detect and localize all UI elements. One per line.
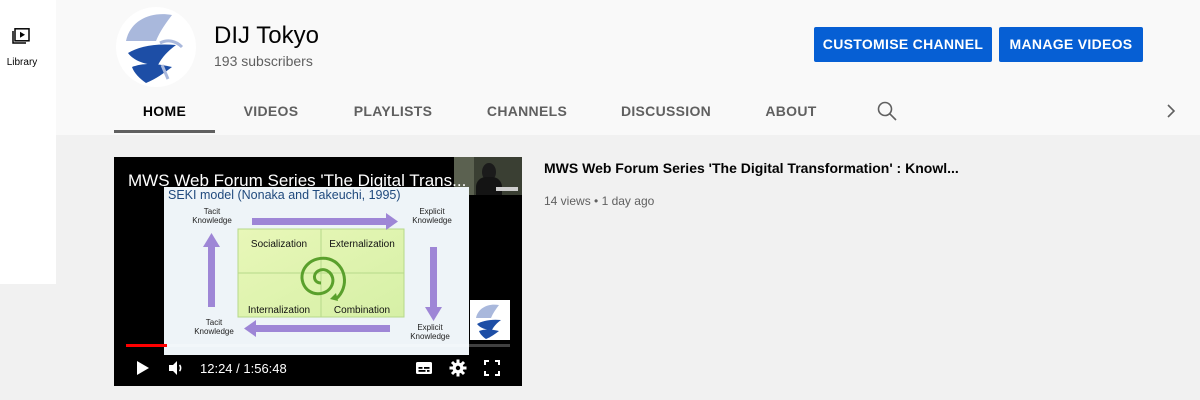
player-title-overlay[interactable]: MWS Web Forum Series 'The Digital Trans.… — [128, 171, 468, 191]
label-tacit-bottom: Tacit — [206, 318, 223, 327]
customise-channel-button[interactable]: CUSTOMISE CHANNEL — [814, 27, 992, 62]
play-icon — [137, 361, 149, 375]
tab-playlists[interactable]: PLAYLISTS — [346, 90, 440, 133]
play-button[interactable] — [132, 358, 152, 378]
subtitles-icon — [416, 362, 432, 374]
slide-content: Tacit Knowledge Explicit Knowledge Tacit… — [164, 187, 469, 355]
guide-item-label: Library — [6, 57, 38, 68]
channel-header: DIJ Tokyo 193 subscribers CUSTOMISE CHAN… — [56, 0, 1200, 135]
tab-videos[interactable]: VIDEOS — [234, 90, 308, 133]
player-controls: 12:24 / 1:56:48 — [114, 353, 522, 383]
time-display: 12:24 / 1:56:48 — [200, 361, 287, 376]
tab-discussion[interactable]: DISCUSSION — [614, 90, 718, 133]
progress-fill — [126, 344, 167, 347]
seki-model-diagram: Tacit Knowledge Explicit Knowledge Tacit… — [192, 207, 452, 341]
mini-guide: Library — [0, 0, 56, 284]
meta-separator: • — [594, 194, 599, 208]
subtitles-button[interactable] — [414, 358, 434, 378]
gear-icon — [449, 359, 467, 377]
view-count: 14 views — [544, 194, 591, 208]
dij-logo-icon — [126, 14, 184, 83]
search-icon[interactable] — [876, 100, 898, 122]
mute-button[interactable] — [166, 358, 186, 378]
subscriber-count: 193 subscribers — [214, 53, 313, 69]
label-tacit-top: Tacit — [204, 207, 221, 216]
fullscreen-icon — [484, 360, 500, 376]
chevron-right-icon[interactable] — [1162, 102, 1180, 120]
label-knowledge-bottom-left: Knowledge — [194, 327, 234, 336]
label-knowledge-top-right: Knowledge — [412, 216, 452, 225]
label-explicit-top: Explicit — [419, 207, 445, 216]
channel-name: DIJ Tokyo — [214, 22, 319, 49]
label-knowledge-bottom-right: Knowledge — [410, 332, 450, 341]
slide-logo — [470, 300, 510, 340]
quadrant-socialization: Socialization — [251, 239, 307, 250]
progress-bar[interactable] — [126, 344, 510, 347]
quadrant-internalization: Internalization — [248, 305, 310, 316]
featured-video-meta: 14 views • 1 day ago — [544, 194, 654, 208]
settings-button[interactable] — [448, 358, 468, 378]
fullscreen-button[interactable] — [482, 358, 502, 378]
tab-channels[interactable]: CHANNELS — [478, 90, 576, 133]
quadrant-combination: Combination — [334, 305, 390, 316]
featured-video-title[interactable]: MWS Web Forum Series 'The Digital Transf… — [544, 160, 959, 176]
volume-icon — [169, 361, 182, 375]
channel-avatar[interactable] — [116, 7, 196, 87]
upload-age: 1 day ago — [601, 194, 655, 208]
tab-about[interactable]: ABOUT — [756, 90, 826, 133]
featured-video-player[interactable]: Tacit Knowledge Explicit Knowledge Tacit… — [114, 157, 522, 386]
label-knowledge-top-left: Knowledge — [192, 216, 232, 225]
tab-home[interactable]: HOME — [114, 90, 215, 133]
manage-videos-button[interactable]: MANAGE VIDEOS — [999, 27, 1143, 62]
library-icon — [12, 28, 30, 44]
guide-item-library[interactable]: Library — [0, 16, 56, 76]
dij-watermark-icon — [476, 304, 501, 339]
label-explicit-bottom: Explicit — [417, 323, 443, 332]
quadrant-externalization: Externalization — [329, 239, 395, 250]
